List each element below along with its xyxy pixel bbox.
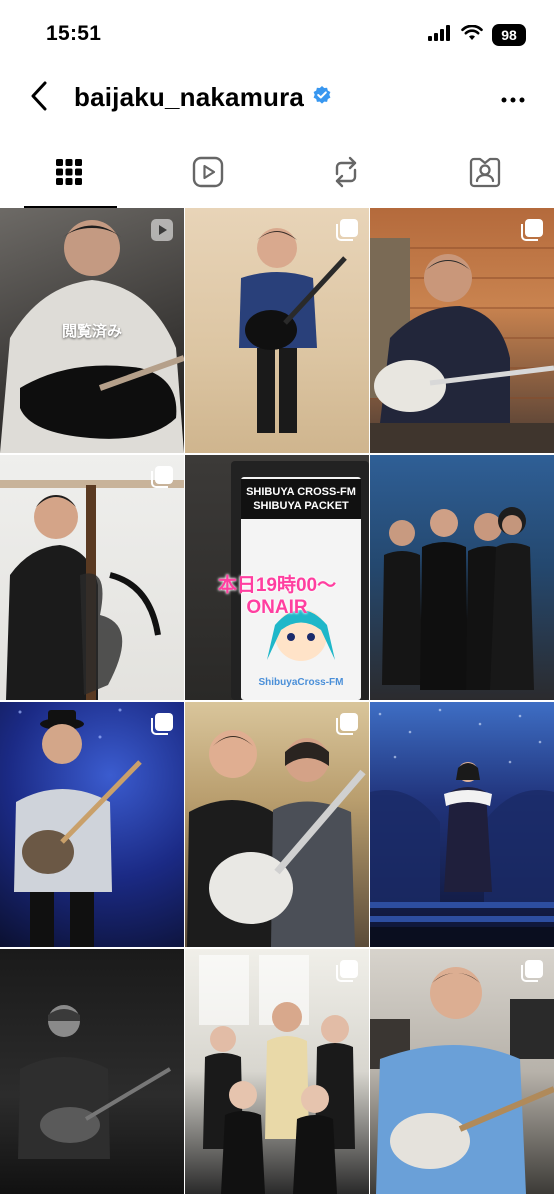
- username-row: baijaku_nakamura: [74, 82, 332, 113]
- carousel-icon: [335, 218, 359, 247]
- sign-footer: ShibuyaCross-FM: [258, 677, 344, 688]
- chevron-left-icon: [30, 81, 48, 116]
- photo-group-studio: [382, 507, 534, 690]
- tab-reposts[interactable]: [277, 140, 416, 208]
- cellular-signal-icon: [428, 24, 452, 46]
- photo-singer-stage: [370, 708, 554, 947]
- carousel-icon: [150, 465, 174, 494]
- post-thumbnail[interactable]: [0, 949, 184, 1194]
- post-thumbnail[interactable]: [370, 208, 554, 453]
- onair-overlay-text: 本日19時00〜 ONAIR: [217, 575, 337, 618]
- carousel-icon: [150, 712, 174, 741]
- profile-header: baijaku_nakamura: [0, 68, 554, 130]
- grid-icon: [55, 158, 83, 191]
- posts-grid: 閲覧済み SHIBUYA CROSS-FM SHIBUYA PACKET 本日1…: [0, 208, 554, 1194]
- seen-label: 閲覧済み: [61, 323, 122, 340]
- carousel-icon: [335, 959, 359, 988]
- post-thumbnail[interactable]: [370, 455, 554, 700]
- ellipsis-icon: [501, 90, 525, 108]
- status-icons: 98: [428, 24, 526, 46]
- status-bar: 15:51 98: [0, 0, 554, 68]
- battery-indicator: 98: [492, 24, 526, 46]
- carousel-icon: [520, 218, 544, 247]
- post-thumbnail[interactable]: [370, 702, 554, 947]
- post-thumbnail[interactable]: SHIBUYA CROSS-FM SHIBUYA PACKET 本日19時00〜…: [185, 455, 369, 700]
- post-thumbnail[interactable]: [370, 949, 554, 1194]
- wifi-icon: [461, 24, 483, 46]
- carousel-icon: [335, 712, 359, 741]
- reels-icon: [192, 156, 224, 193]
- post-thumbnail[interactable]: [0, 455, 184, 700]
- photo-bw-bassist: [18, 1005, 172, 1159]
- repost-icon: [331, 156, 361, 193]
- tab-posts[interactable]: [0, 140, 139, 208]
- username: baijaku_nakamura: [74, 82, 305, 112]
- reel-icon: [150, 218, 174, 247]
- profile-tabs: [0, 140, 554, 208]
- post-thumbnail[interactable]: [185, 702, 369, 947]
- tab-tagged[interactable]: [416, 140, 554, 208]
- carousel-icon: [520, 959, 544, 988]
- post-thumbnail[interactable]: [185, 949, 369, 1194]
- post-thumbnail[interactable]: [185, 208, 369, 453]
- status-time: 15:51: [46, 22, 102, 45]
- tagged-person-icon: [469, 156, 501, 193]
- verified-badge-icon: [312, 85, 332, 110]
- post-thumbnail[interactable]: [0, 702, 184, 947]
- post-thumbnail[interactable]: 閲覧済み: [0, 208, 184, 453]
- tab-reels[interactable]: [139, 140, 278, 208]
- more-options-button[interactable]: [498, 84, 528, 114]
- back-button[interactable]: [22, 80, 56, 116]
